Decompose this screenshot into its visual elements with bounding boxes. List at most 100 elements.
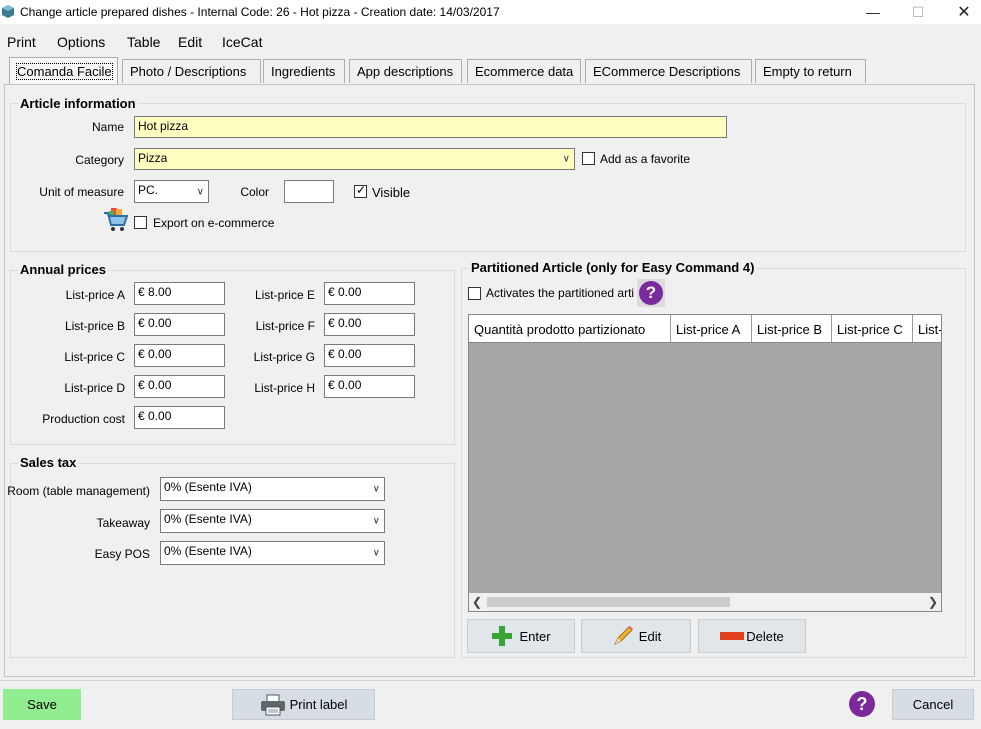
price-c-label: List-price C xyxy=(64,350,125,364)
chevron-down-icon: ∨ xyxy=(372,483,380,495)
tab-ecommerce-descriptions[interactable]: ECommerce Descriptions xyxy=(585,59,752,83)
price-b-field[interactable]: € 0.00 xyxy=(134,313,225,336)
category-value: Pizza xyxy=(138,151,168,165)
tab-app-descriptions[interactable]: App descriptions xyxy=(349,59,462,83)
price-a-field[interactable]: € 8.00 xyxy=(134,282,225,305)
favorite-checkbox[interactable] xyxy=(582,152,595,165)
title-bar: Change article prepared dishes - Interna… xyxy=(0,0,981,24)
menu-options[interactable]: Options xyxy=(57,34,105,50)
column-header-price-d[interactable]: List- xyxy=(913,315,941,342)
cancel-button[interactable]: Cancel xyxy=(892,689,974,720)
enter-label: Enter xyxy=(519,628,551,644)
tax-room-select[interactable]: 0% (Esente IVA) ∨ xyxy=(160,477,385,501)
tax-room-label: Room (table management) xyxy=(7,484,150,498)
tab-label: Comanda Facile xyxy=(16,62,113,80)
app-icon xyxy=(2,5,14,18)
price-g-field[interactable]: € 0.00 xyxy=(324,344,415,367)
partition-grid[interactable] xyxy=(468,314,942,612)
unit-select[interactable]: PC. ∨ xyxy=(134,180,209,203)
price-c-field[interactable]: € 0.00 xyxy=(134,344,225,367)
sales-tax-title: Sales tax xyxy=(18,455,79,470)
tab-photo-descriptions[interactable]: Photo / Descriptions xyxy=(122,59,261,83)
tax-takeaway-value: 0% (Esente IVA) xyxy=(164,512,252,526)
minimize-button[interactable]: — xyxy=(850,0,896,24)
delete-label: Delete xyxy=(746,628,784,644)
category-select[interactable]: Pizza ∨ xyxy=(134,148,575,170)
chevron-down-icon: ∨ xyxy=(196,186,204,197)
help-icon: ? xyxy=(639,281,663,305)
column-header-quantity[interactable]: Quantità prodotto partizionato xyxy=(469,315,671,342)
tax-easypos-select[interactable]: 0% (Esente IVA) ∨ xyxy=(160,541,385,565)
save-button[interactable]: Save xyxy=(3,689,81,720)
minus-icon xyxy=(720,632,745,640)
tab-ecommerce-data[interactable]: Ecommerce data xyxy=(467,59,581,83)
scroll-right-icon[interactable]: ❯ xyxy=(928,595,938,609)
visible-label: Visible xyxy=(372,185,411,200)
chevron-down-icon: ∨ xyxy=(372,547,380,559)
unit-label: Unit of measure xyxy=(39,185,124,199)
name-field[interactable]: Hot pizza xyxy=(134,116,727,138)
unit-value: PC. xyxy=(138,183,159,197)
price-f-field[interactable]: € 0.00 xyxy=(324,313,415,336)
printer-icon xyxy=(260,694,285,715)
print-label-button[interactable]: Print label xyxy=(232,689,375,720)
color-field[interactable] xyxy=(284,180,334,203)
menu-table[interactable]: Table xyxy=(127,34,160,50)
tab-comanda-facile[interactable]: Comanda Facile xyxy=(9,57,118,84)
menu-icecat[interactable]: IceCat xyxy=(222,34,262,50)
favorite-label: Add as a favorite xyxy=(600,152,691,166)
footer-help-icon[interactable]: ? xyxy=(849,691,875,717)
production-cost-field[interactable]: € 0.00 xyxy=(134,406,225,429)
close-button[interactable]: ✕ xyxy=(941,0,981,24)
edit-label: Edit xyxy=(638,628,662,644)
partition-grid-header: Quantità prodotto partizionato List-pric… xyxy=(468,314,942,343)
footer-divider xyxy=(0,680,981,681)
edit-button[interactable]: Edit xyxy=(581,619,691,653)
price-h-field[interactable]: € 0.00 xyxy=(324,375,415,398)
price-g-label: List-price G xyxy=(253,350,315,364)
production-cost-label: Production cost xyxy=(42,412,125,426)
activate-partitioned-label: Activates the partitioned arti xyxy=(486,286,635,300)
chevron-down-icon: ∨ xyxy=(372,515,380,527)
shopping-cart-icon xyxy=(104,208,129,231)
print-label-text: Print label xyxy=(289,697,348,712)
name-label: Name xyxy=(91,120,124,134)
horizontal-scrollbar[interactable]: ❮ ❯ xyxy=(469,593,941,611)
partitioned-title: Partitioned Article (only for Easy Comma… xyxy=(469,260,757,275)
export-ecommerce-checkbox[interactable] xyxy=(134,216,147,229)
pencil-icon xyxy=(613,626,633,646)
price-e-label: List-price E xyxy=(254,288,315,302)
menu-print[interactable]: Print xyxy=(7,34,36,50)
tax-takeaway-select[interactable]: 0% (Esente IVA) ∨ xyxy=(160,509,385,533)
price-b-label: List-price B xyxy=(64,319,125,333)
enter-button[interactable]: Enter xyxy=(467,619,575,653)
price-d-field[interactable]: € 0.00 xyxy=(134,375,225,398)
tax-easypos-value: 0% (Esente IVA) xyxy=(164,544,252,558)
column-header-price-a[interactable]: List-price A xyxy=(671,315,752,342)
plus-icon xyxy=(492,626,513,646)
price-d-label: List-price D xyxy=(64,381,125,395)
visible-checkbox[interactable] xyxy=(354,183,367,198)
tab-empty-to-return[interactable]: Empty to return xyxy=(755,59,866,83)
maximize-button[interactable]: ☐ xyxy=(895,0,941,24)
help-button[interactable]: ? xyxy=(637,279,665,307)
menu-bar: Print Options Table Edit IceCat xyxy=(0,30,981,52)
scrollbar-thumb[interactable] xyxy=(487,597,730,607)
annual-prices-title: Annual prices xyxy=(18,262,108,277)
tab-ingredients[interactable]: Ingredients xyxy=(263,59,345,83)
window-title: Change article prepared dishes - Interna… xyxy=(20,5,500,19)
column-header-price-b[interactable]: List-price B xyxy=(752,315,832,342)
price-e-field[interactable]: € 0.00 xyxy=(324,282,415,305)
column-header-price-c[interactable]: List-price C xyxy=(832,315,913,342)
chevron-down-icon: ∨ xyxy=(562,153,570,165)
price-h-label: List-price H xyxy=(254,381,315,395)
activate-partitioned-checkbox[interactable] xyxy=(468,287,481,300)
category-label: Category xyxy=(75,153,124,167)
color-label: Color xyxy=(240,185,269,199)
menu-edit[interactable]: Edit xyxy=(178,34,202,50)
tax-room-value: 0% (Esente IVA) xyxy=(164,480,252,494)
price-a-label: List-price A xyxy=(65,288,125,302)
delete-button[interactable]: Delete xyxy=(698,619,806,653)
scroll-left-icon[interactable]: ❮ xyxy=(472,595,482,609)
tax-takeaway-label: Takeaway xyxy=(96,516,150,530)
